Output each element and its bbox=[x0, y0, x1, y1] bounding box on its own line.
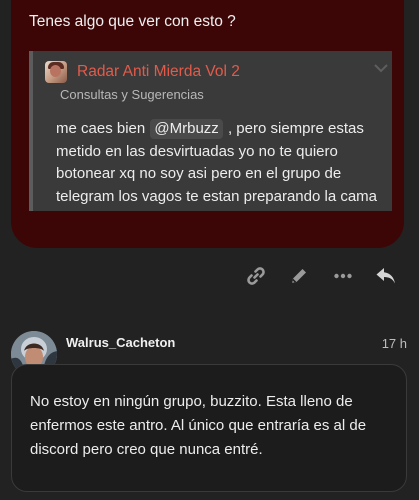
link-icon bbox=[247, 267, 265, 285]
reply-post-bubble: No estoy en ningún grupo, buzzito. Esta … bbox=[11, 364, 407, 492]
more-button[interactable] bbox=[331, 264, 355, 288]
previous-post-text: Tenes algo que ver con esto ? bbox=[29, 13, 236, 30]
post-time[interactable]: 17 h bbox=[382, 336, 407, 351]
user-mention[interactable]: @Mrbuzz bbox=[150, 119, 223, 139]
quote-body-start: me caes bien bbox=[56, 120, 146, 137]
post-author[interactable]: Walrus_Cacheton bbox=[66, 335, 175, 350]
quote-avatar bbox=[45, 61, 67, 83]
post-actions bbox=[0, 264, 419, 288]
quote-title[interactable]: Radar Anti Mierda Vol 2 bbox=[77, 63, 240, 81]
previous-post-bubble: Tenes algo que ver con esto ? Radar Anti… bbox=[11, 0, 404, 248]
edit-button[interactable] bbox=[287, 264, 311, 288]
copy-link-button[interactable] bbox=[244, 264, 268, 288]
chevron-down-icon[interactable] bbox=[372, 61, 390, 75]
reply-post-text: No estoy en ningún grupo, buzzito. Esta … bbox=[30, 393, 367, 458]
quoted-topic[interactable]: Radar Anti Mierda Vol 2 Consultas y Suge… bbox=[29, 51, 392, 211]
quote-category[interactable]: Consultas y Sugerencias bbox=[60, 87, 204, 102]
pencil-icon bbox=[292, 269, 306, 283]
reply-button[interactable] bbox=[374, 264, 398, 288]
reply-icon bbox=[376, 268, 395, 284]
quote-body: me caes bien @Mrbuzz , pero siempre esta… bbox=[56, 118, 391, 208]
ellipsis-icon bbox=[334, 273, 352, 279]
